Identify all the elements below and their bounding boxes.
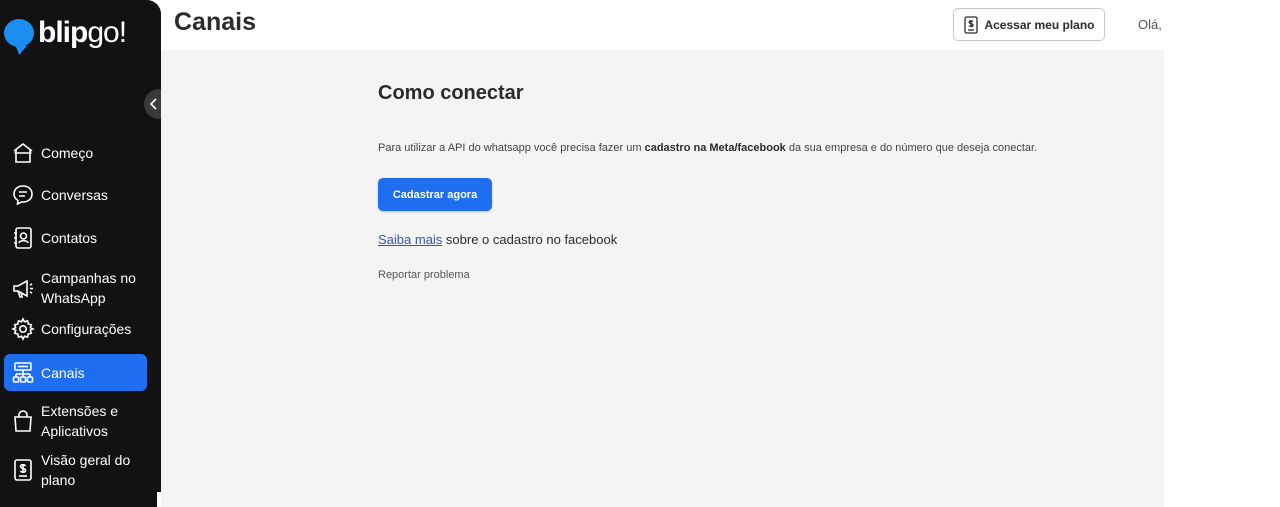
logo-text-main: blip: [38, 16, 88, 49]
sidebar: blipgo! Começo Conversas Contatos Campan…: [0, 0, 161, 507]
sidebar-item-canais[interactable]: Canais: [4, 354, 147, 391]
megaphone-icon: [11, 275, 35, 301]
logo-text-suffix: go!: [87, 16, 127, 49]
sidebar-item-comeco[interactable]: Começo: [4, 140, 147, 166]
home-icon: [11, 140, 35, 166]
logo-bubble-icon: [4, 19, 34, 47]
sidebar-item-configuracoes[interactable]: Configurações: [4, 316, 147, 342]
access-plan-button[interactable]: Acessar meu plano: [953, 8, 1105, 41]
sidebar-item-label: Conversas: [41, 187, 108, 203]
blipgo-logo[interactable]: blipgo!: [4, 16, 127, 49]
register-now-button[interactable]: Cadastrar agora: [378, 178, 492, 211]
report-problem-link[interactable]: Reportar problema: [378, 269, 470, 281]
user-greeting: Olá,: [1138, 17, 1162, 32]
sidebar-item-visao-geral[interactable]: Visão geral do plano: [4, 450, 147, 490]
learn-more-rest: sobre o cadastro no facebook: [442, 232, 618, 247]
description-bold: cadastro na Meta/facebook: [644, 142, 786, 154]
chat-icon: [11, 182, 35, 208]
learn-more-text: Saiba mais sobre o cadastro no facebook: [378, 232, 617, 247]
sidebar-item-conversas[interactable]: Conversas: [4, 182, 147, 208]
sidebar-item-label: Visão geral do plano: [41, 452, 131, 488]
plan-document-icon: [964, 15, 979, 34]
connect-description: Para utilizar a API do whatsapp você pre…: [378, 142, 1037, 154]
sidebar-item-label: Contatos: [41, 230, 98, 246]
description-pre: Para utilizar a API do whatsapp você pre…: [378, 142, 645, 154]
channels-icon: [11, 360, 35, 386]
sidebar-item-contatos[interactable]: Contatos: [4, 225, 147, 251]
sidebar-item-label: Canais: [41, 364, 85, 381]
sidebar-item-label: Configurações: [41, 321, 132, 337]
top-header: Canais Acessar meu plano Olá,: [161, 0, 1164, 50]
access-plan-label: Acessar meu plano: [984, 17, 1095, 32]
chevron-left-icon: [149, 98, 157, 110]
gear-icon: [11, 316, 35, 342]
learn-more-link[interactable]: Saiba mais: [378, 232, 442, 247]
contacts-icon: [11, 225, 35, 251]
plan-icon: [11, 457, 35, 483]
page-title: Canais: [174, 8, 256, 36]
sidebar-item-label: Extensões e Aplicativos: [41, 403, 119, 439]
description-post: da sua empresa e do número que deseja co…: [785, 142, 1038, 154]
bag-icon: [11, 408, 35, 434]
sidebar-item-extensoes[interactable]: Extensões e Aplicativos: [4, 401, 147, 441]
sidebar-item-label: Campanhas no WhatsApp: [41, 270, 136, 306]
sidebar-item-label: Começo: [41, 145, 94, 161]
sidebar-item-campanhas[interactable]: Campanhas no WhatsApp: [4, 268, 147, 308]
section-heading: Como conectar: [378, 82, 524, 104]
main-content: Como conectar Para utilizar a API do wha…: [161, 50, 1164, 507]
